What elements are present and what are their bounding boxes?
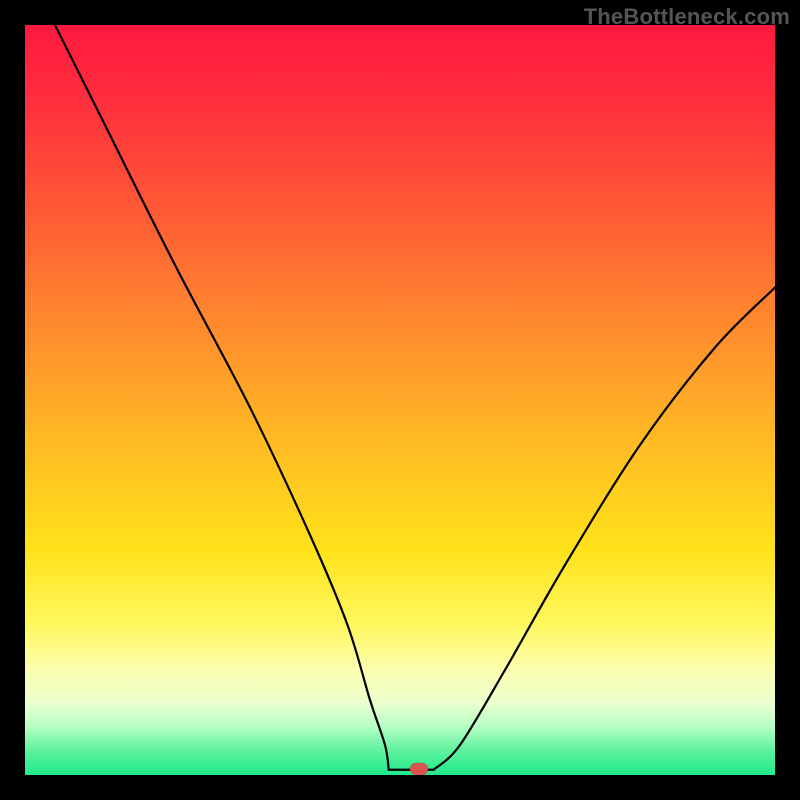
optimal-point-marker — [410, 763, 428, 775]
watermark-text: TheBottleneck.com — [584, 4, 790, 30]
bottleneck-curve — [25, 25, 775, 775]
plot-area — [25, 25, 775, 775]
chart-frame: TheBottleneck.com — [0, 0, 800, 800]
